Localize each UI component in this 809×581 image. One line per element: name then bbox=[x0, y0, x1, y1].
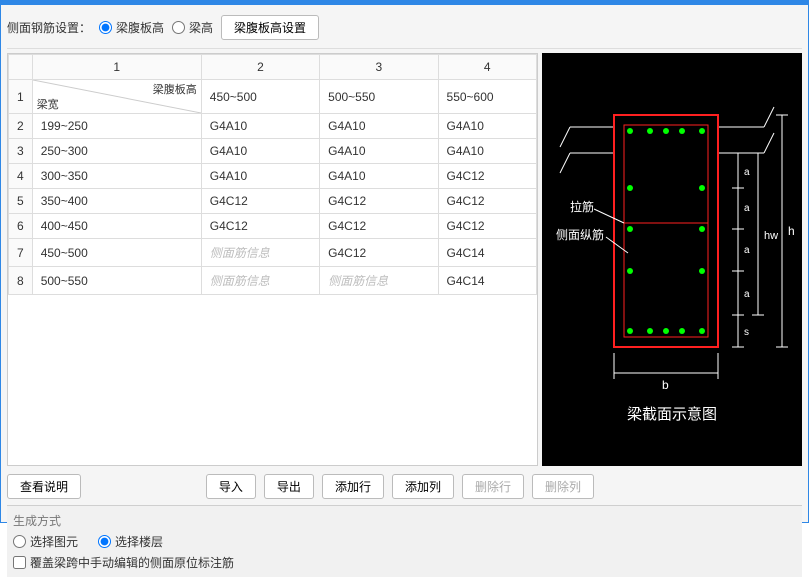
rebar-cell[interactable]: G4A10 bbox=[320, 164, 438, 189]
svg-text:a: a bbox=[744, 167, 750, 178]
config-webheight-button[interactable]: 梁腹板高设置 bbox=[221, 15, 319, 40]
radio-webheight-label: 梁腹板高 bbox=[116, 19, 164, 36]
row-header[interactable]: 2 bbox=[9, 114, 33, 139]
radio-select-floor-label: 选择楼层 bbox=[115, 533, 163, 550]
rebar-cell[interactable]: G4A10 bbox=[201, 114, 319, 139]
width-range[interactable]: 199~250 bbox=[32, 114, 201, 139]
add-row-button[interactable]: 添加行 bbox=[322, 474, 384, 499]
section-diagram: 拉筋 侧面纵筋 b h hw bbox=[542, 53, 802, 466]
rebar-cell[interactable]: G4C12 bbox=[320, 239, 438, 267]
corner-cell: 梁腹板高梁宽 bbox=[32, 80, 201, 114]
radio-select-element-input[interactable] bbox=[13, 535, 26, 548]
dim-h: h bbox=[788, 224, 795, 238]
radio-beamheight[interactable]: 梁高 bbox=[172, 19, 213, 36]
svg-text:a: a bbox=[744, 245, 750, 256]
width-range[interactable]: 250~300 bbox=[32, 139, 201, 164]
radio-select-element[interactable]: 选择图元 bbox=[13, 533, 78, 550]
rebar-cell[interactable]: G4A10 bbox=[438, 114, 536, 139]
rebar-cell[interactable]: G4A10 bbox=[320, 139, 438, 164]
generation-box: 生成方式 选择图元 选择楼层 覆盖梁跨中手动编辑的侧面原位标注筋 bbox=[7, 505, 802, 577]
rebar-cell[interactable]: 侧面筋信息 bbox=[201, 239, 319, 267]
rebar-cell[interactable]: G4C12 bbox=[438, 164, 536, 189]
diagram-caption: 梁截面示意图 bbox=[627, 405, 717, 423]
radio-beamheight-label: 梁高 bbox=[189, 19, 213, 36]
radio-select-element-label: 选择图元 bbox=[30, 533, 78, 550]
dim-hw: hw bbox=[764, 230, 778, 242]
row-header[interactable]: 1 bbox=[9, 80, 33, 114]
svg-text:s: s bbox=[744, 327, 749, 338]
range-header[interactable]: 450~500 bbox=[201, 80, 319, 114]
settings-row: 侧面钢筋设置： 梁腹板高 梁高 梁腹板高设置 bbox=[7, 11, 802, 49]
rebar-cell[interactable]: 侧面筋信息 bbox=[320, 267, 438, 295]
row-header[interactable]: 6 bbox=[9, 214, 33, 239]
rebar-cell[interactable]: 侧面筋信息 bbox=[201, 267, 319, 295]
rebar-table-wrap[interactable]: 1 2 3 4 1梁腹板高梁宽450~500500~550550~6002199… bbox=[7, 53, 538, 466]
rebar-cell[interactable]: G4C12 bbox=[438, 214, 536, 239]
generation-title: 生成方式 bbox=[13, 510, 796, 533]
label-tie: 拉筋 bbox=[570, 199, 594, 214]
svg-text:a: a bbox=[744, 203, 750, 214]
rebar-table: 1 2 3 4 1梁腹板高梁宽450~500500~550550~6002199… bbox=[8, 54, 537, 295]
dim-b: b bbox=[662, 378, 669, 392]
range-header[interactable]: 550~600 bbox=[438, 80, 536, 114]
row-header[interactable]: 7 bbox=[9, 239, 33, 267]
row-header[interactable]: 5 bbox=[9, 189, 33, 214]
col-header-4[interactable]: 4 bbox=[438, 55, 536, 80]
width-range[interactable]: 500~550 bbox=[32, 267, 201, 295]
del-row-button[interactable]: 删除行 bbox=[462, 474, 524, 499]
rebar-cell[interactable]: G4A10 bbox=[320, 114, 438, 139]
rebar-cell[interactable]: G4A10 bbox=[201, 139, 319, 164]
svg-text:a: a bbox=[744, 289, 750, 300]
radio-select-floor-input[interactable] bbox=[98, 535, 111, 548]
override-checkbox-input[interactable] bbox=[13, 556, 26, 569]
width-range[interactable]: 400~450 bbox=[32, 214, 201, 239]
radio-webheight-input[interactable] bbox=[99, 21, 112, 34]
radio-webheight[interactable]: 梁腹板高 bbox=[99, 19, 164, 36]
rebar-cell[interactable]: G4C12 bbox=[320, 214, 438, 239]
override-checkbox-label: 覆盖梁跨中手动编辑的侧面原位标注筋 bbox=[30, 554, 234, 571]
import-button[interactable]: 导入 bbox=[206, 474, 256, 499]
width-range[interactable]: 450~500 bbox=[32, 239, 201, 267]
row-header[interactable]: 8 bbox=[9, 267, 33, 295]
col-header-1[interactable]: 1 bbox=[32, 55, 201, 80]
label-sidebar: 侧面纵筋 bbox=[556, 227, 604, 242]
rebar-cell[interactable]: G4A10 bbox=[438, 139, 536, 164]
override-checkbox[interactable]: 覆盖梁跨中手动编辑的侧面原位标注筋 bbox=[13, 554, 796, 571]
explain-button[interactable]: 查看说明 bbox=[7, 474, 81, 499]
rebar-cell[interactable]: G4C12 bbox=[201, 214, 319, 239]
row-header[interactable]: 4 bbox=[9, 164, 33, 189]
row-header[interactable]: 3 bbox=[9, 139, 33, 164]
radio-beamheight-input[interactable] bbox=[172, 21, 185, 34]
col-header-3[interactable]: 3 bbox=[320, 55, 438, 80]
width-range[interactable]: 350~400 bbox=[32, 189, 201, 214]
rebar-cell[interactable]: G4C14 bbox=[438, 239, 536, 267]
col-header-2[interactable]: 2 bbox=[201, 55, 319, 80]
col-header-blank bbox=[9, 55, 33, 80]
del-col-button[interactable]: 删除列 bbox=[532, 474, 594, 499]
width-range[interactable]: 300~350 bbox=[32, 164, 201, 189]
rebar-cell[interactable]: G4A10 bbox=[201, 164, 319, 189]
rebar-cell[interactable]: G4C12 bbox=[438, 189, 536, 214]
rebar-cell[interactable]: G4C12 bbox=[320, 189, 438, 214]
rebar-cell[interactable]: G4C14 bbox=[438, 267, 536, 295]
range-header[interactable]: 500~550 bbox=[320, 80, 438, 114]
export-button[interactable]: 导出 bbox=[264, 474, 314, 499]
table-toolbar: 查看说明 导入 导出 添加行 添加列 删除行 删除列 bbox=[7, 466, 802, 505]
add-col-button[interactable]: 添加列 bbox=[392, 474, 454, 499]
settings-label: 侧面钢筋设置： bbox=[7, 19, 91, 36]
rebar-cell[interactable]: G4C12 bbox=[201, 189, 319, 214]
radio-select-floor[interactable]: 选择楼层 bbox=[98, 533, 163, 550]
